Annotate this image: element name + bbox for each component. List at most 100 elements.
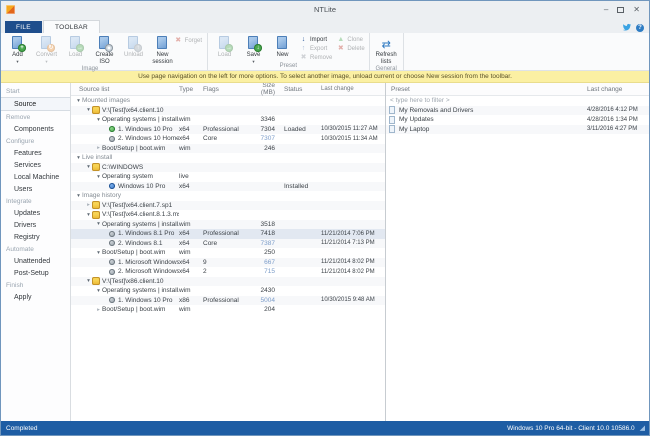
source-row[interactable]: 2. Windows 8.1 x64 Core 7387 11/21/2014 7:13… [71,238,385,248]
load-icon: → [68,36,84,52]
source-row[interactable]: Windows 10 Pro x64 Installed [71,181,385,191]
image-folder-icon [92,210,100,219]
collapse-arrow-icon[interactable]: ▾ [75,193,82,199]
status-left: Completed [6,424,38,432]
source-row[interactable]: 1. Windows 10 Pro x64 Professional 7304 Load… [71,124,385,134]
expand-arrow-icon[interactable]: ▸ [85,202,92,208]
save-icon: ↓ [246,36,262,52]
close-button[interactable]: ✕ [633,5,640,14]
preset-new-icon [275,36,290,51]
load-button: → Load [210,33,239,63]
source-row-label: Operating systems | install.wim [102,287,179,295]
column-status[interactable]: Status [277,86,321,93]
source-row-label: V:\[Test]\x64.client.7.sp1 [102,201,173,209]
source-row[interactable]: ▾ Image history [71,191,385,201]
source-row[interactable]: ▸ Boot/Setup | boot.wim wim 246 [71,143,385,153]
collapse-arrow-icon[interactable]: ▾ [85,212,92,218]
source-row[interactable]: ▾ V:\[Test]\x64.client.10 [71,105,385,115]
minimize-button[interactable]: – [604,5,608,14]
source-row[interactable]: ▾ Boot/Setup | boot.wim wim 250 [71,248,385,258]
help-icon[interactable]: ? [636,23,644,32]
source-row[interactable]: ▸ Boot/Setup | boot.wim wim 204 [71,305,385,315]
source-row[interactable]: ▸ V:\[Test]\x64.client.7.sp1 [71,200,385,210]
new-button[interactable]: New [268,33,297,63]
source-row[interactable]: ▾Operating systems | install.wimwim2430 [71,286,385,296]
sidebar-item-updates[interactable]: Updates [1,207,70,219]
collapse-arrow-icon[interactable]: ▾ [95,174,102,180]
tab-toolbar[interactable]: TOOLBAR [42,20,100,33]
dot-gray-icon [109,297,115,304]
collapse-arrow-icon[interactable]: ▾ [75,155,82,161]
collapse-arrow-icon[interactable]: ▾ [75,98,82,104]
refresh-lists-button[interactable]: ⇄ Refresh lists [372,33,401,66]
sidebar-item-services[interactable]: Services [1,159,70,171]
column-flags[interactable]: Flags [203,86,247,93]
source-row[interactable]: ▾ Live install [71,153,385,163]
source-row-label: V:\[Test]\x64.client.10 [102,106,164,114]
source-row[interactable]: 1. Microsoft Windows PE (x64)x64966711/2… [71,257,385,267]
source-row[interactable]: ▾Operating systems | install.wimwim3518 [71,219,385,229]
expand-arrow-icon[interactable]: ▸ [95,307,102,313]
twitter-icon[interactable] [622,23,632,32]
clone-icon: ▲ [337,36,345,43]
source-row[interactable]: ▾ V:\[Test]\x64.client.8.1.3.msdn [71,210,385,220]
source-row[interactable]: ▾ Mounted images [71,96,385,106]
tab-file[interactable]: FILE [5,21,42,33]
dot-gray-icon [109,135,115,142]
sidebar-item-unattended[interactable]: Unattended [1,255,70,267]
column-preset[interactable]: Preset [386,86,587,93]
collapse-arrow-icon[interactable]: ▾ [85,278,92,284]
sidebar-item-features[interactable]: Features [1,147,70,159]
preset-row[interactable]: My Laptop 3/11/2016 4:27 PM [386,124,649,134]
source-row[interactable]: 2. Windows 10 Home x64 Core 7307 10/30/2015 … [71,134,385,144]
import-icon: ↓ [301,36,306,43]
source-row[interactable]: 1. Windows 8.1 Pro x64 Professional 7418 11/… [71,229,385,239]
source-row[interactable]: ▾ V:\[Test]\x86.client.10 [71,276,385,286]
source-row-label: Mounted images [82,97,131,105]
image-folder-icon [92,163,100,172]
collapse-arrow-icon[interactable]: ▾ [95,250,102,256]
source-row[interactable]: ▾ C:\WINDOWS [71,162,385,172]
column-preset-last-change[interactable]: Last change [587,86,649,93]
resize-grip[interactable]: ◢ [640,424,645,432]
source-row[interactable]: 1. Windows 10 Pro x86 Professional 5004 10/3… [71,295,385,305]
dot-blue-icon [109,183,115,190]
source-row[interactable]: 2. Microsoft Windows Setup (x64)x6427151… [71,267,385,277]
save-button[interactable]: ↓ Save ▾ [239,33,268,64]
sidebar-item-drivers[interactable]: Drivers [1,219,70,231]
collapse-arrow-icon[interactable]: ▾ [85,164,92,170]
body: Start Source Remove Components Configure Feat… [1,83,649,421]
import-button[interactable]: ↓ Import [297,36,334,44]
create-iso-button[interactable]: Create ISO [90,33,119,66]
sidebar-item-registry[interactable]: Registry [1,231,70,243]
source-row[interactable]: ▾Operating systems | install.wimwim3346 [71,115,385,125]
sidebar-item-local-machine[interactable]: Local Machine [1,171,70,183]
collapse-arrow-icon[interactable]: ▾ [85,107,92,113]
maximize-button[interactable] [617,6,625,13]
preset-row[interactable]: My Updates 4/28/2016 1:34 PM [386,115,649,125]
expand-arrow-icon[interactable]: ▸ [95,145,102,151]
preset-name: My Updates [399,116,434,124]
preset-filter-input[interactable]: < type here to filter > [386,96,649,106]
sidebar-item-post-setup[interactable]: Post-Setup [1,267,70,279]
dot-gray-icon [109,259,115,266]
column-type[interactable]: Type [179,86,203,93]
source-row-label: Boot/Setup | boot.wim [102,306,166,314]
column-size[interactable]: Size (MB) [247,83,277,96]
collapse-arrow-icon[interactable]: ▾ [95,288,102,294]
source-row[interactable]: ▾ Operating system live [71,172,385,182]
source-row-label: C:\WINDOWS [102,163,144,171]
column-last-change[interactable]: Last change [321,86,385,92]
sidebar-item-source[interactable]: Source [1,97,70,111]
collapse-arrow-icon[interactable]: ▾ [95,221,102,227]
column-source-list[interactable]: Source list [71,86,179,93]
preset-row[interactable]: My Removals and Drivers 4/28/2016 4:12 PM [386,105,649,115]
sidebar-item-apply[interactable]: Apply [1,291,70,303]
sidebar-item-users[interactable]: Users [1,183,70,195]
create-iso-icon [97,36,113,52]
group-label-general: General [375,65,397,72]
sidebar-item-components[interactable]: Components [1,123,70,135]
add-icon: + [10,36,26,52]
add-button[interactable]: + Add ▾ [3,33,32,66]
collapse-arrow-icon[interactable]: ▾ [95,117,102,123]
